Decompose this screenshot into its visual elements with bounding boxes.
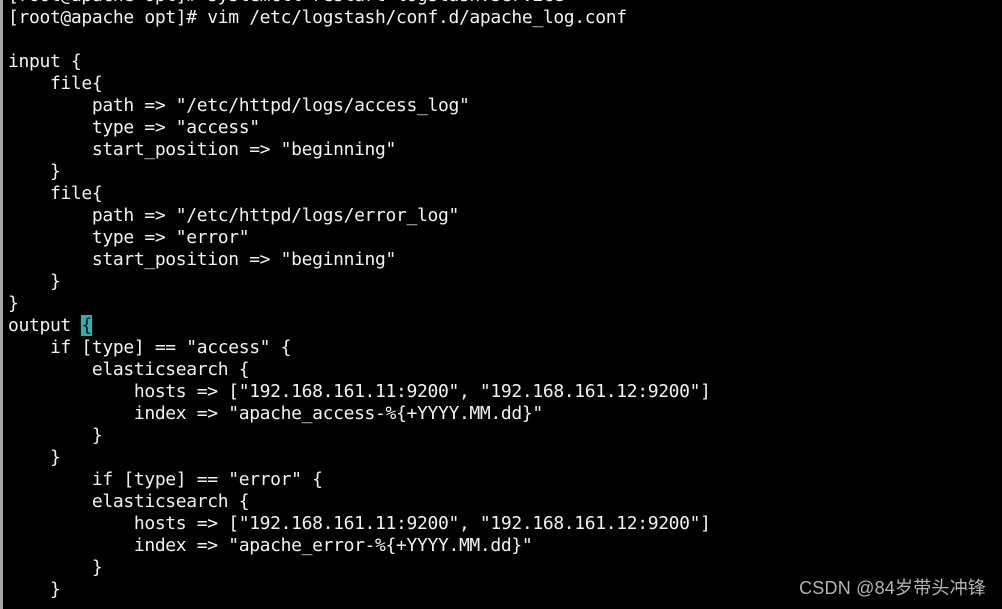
terminal-line: start_position => "beginning" (8, 139, 397, 160)
terminal-output[interactable]: [root@apache opt]# systemctl restart log… (8, 0, 1002, 609)
text-cursor: { (81, 315, 92, 336)
terminal-line: } (8, 293, 19, 314)
terminal-line: elasticsearch { (8, 359, 250, 380)
terminal-line: } (8, 161, 61, 182)
terminal-line: } (8, 447, 61, 468)
terminal-line: } (8, 425, 103, 446)
terminal-line: input { (8, 51, 82, 72)
terminal-line: [root@apache opt]# vim /etc/logstash/con… (8, 7, 627, 28)
terminal-line: file{ (8, 73, 103, 94)
terminal-line: output { (8, 315, 92, 336)
terminal-line: path => "/etc/httpd/logs/access_log" (8, 95, 470, 116)
window-left-border (0, 0, 3, 609)
terminal-line: [root@apache opt]# systemctl restart log… (8, 0, 1002, 7)
csdn-watermark: CSDN @84岁带头冲锋 (799, 578, 986, 598)
terminal-line: type => "access" (8, 117, 260, 138)
terminal-line: if [type] == "access" { (8, 337, 292, 358)
terminal-line: elasticsearch { (8, 491, 250, 512)
terminal-line: path => "/etc/httpd/logs/error_log" (8, 205, 459, 226)
terminal-line: } (8, 271, 61, 292)
terminal-line: index => "apache_error-%{+YYYY.MM.dd}" (8, 535, 533, 556)
terminal-line: type => "error" (8, 227, 250, 248)
terminal-line: hosts => ["192.168.161.11:9200", "192.16… (8, 513, 711, 534)
terminal-line: if [type] == "error" { (8, 469, 323, 490)
terminal-line: start_position => "beginning" (8, 249, 397, 270)
terminal-line: hosts => ["192.168.161.11:9200", "192.16… (8, 381, 711, 402)
terminal-line: index => "apache_access-%{+YYYY.MM.dd}" (8, 403, 543, 424)
terminal-line: file{ (8, 183, 103, 204)
